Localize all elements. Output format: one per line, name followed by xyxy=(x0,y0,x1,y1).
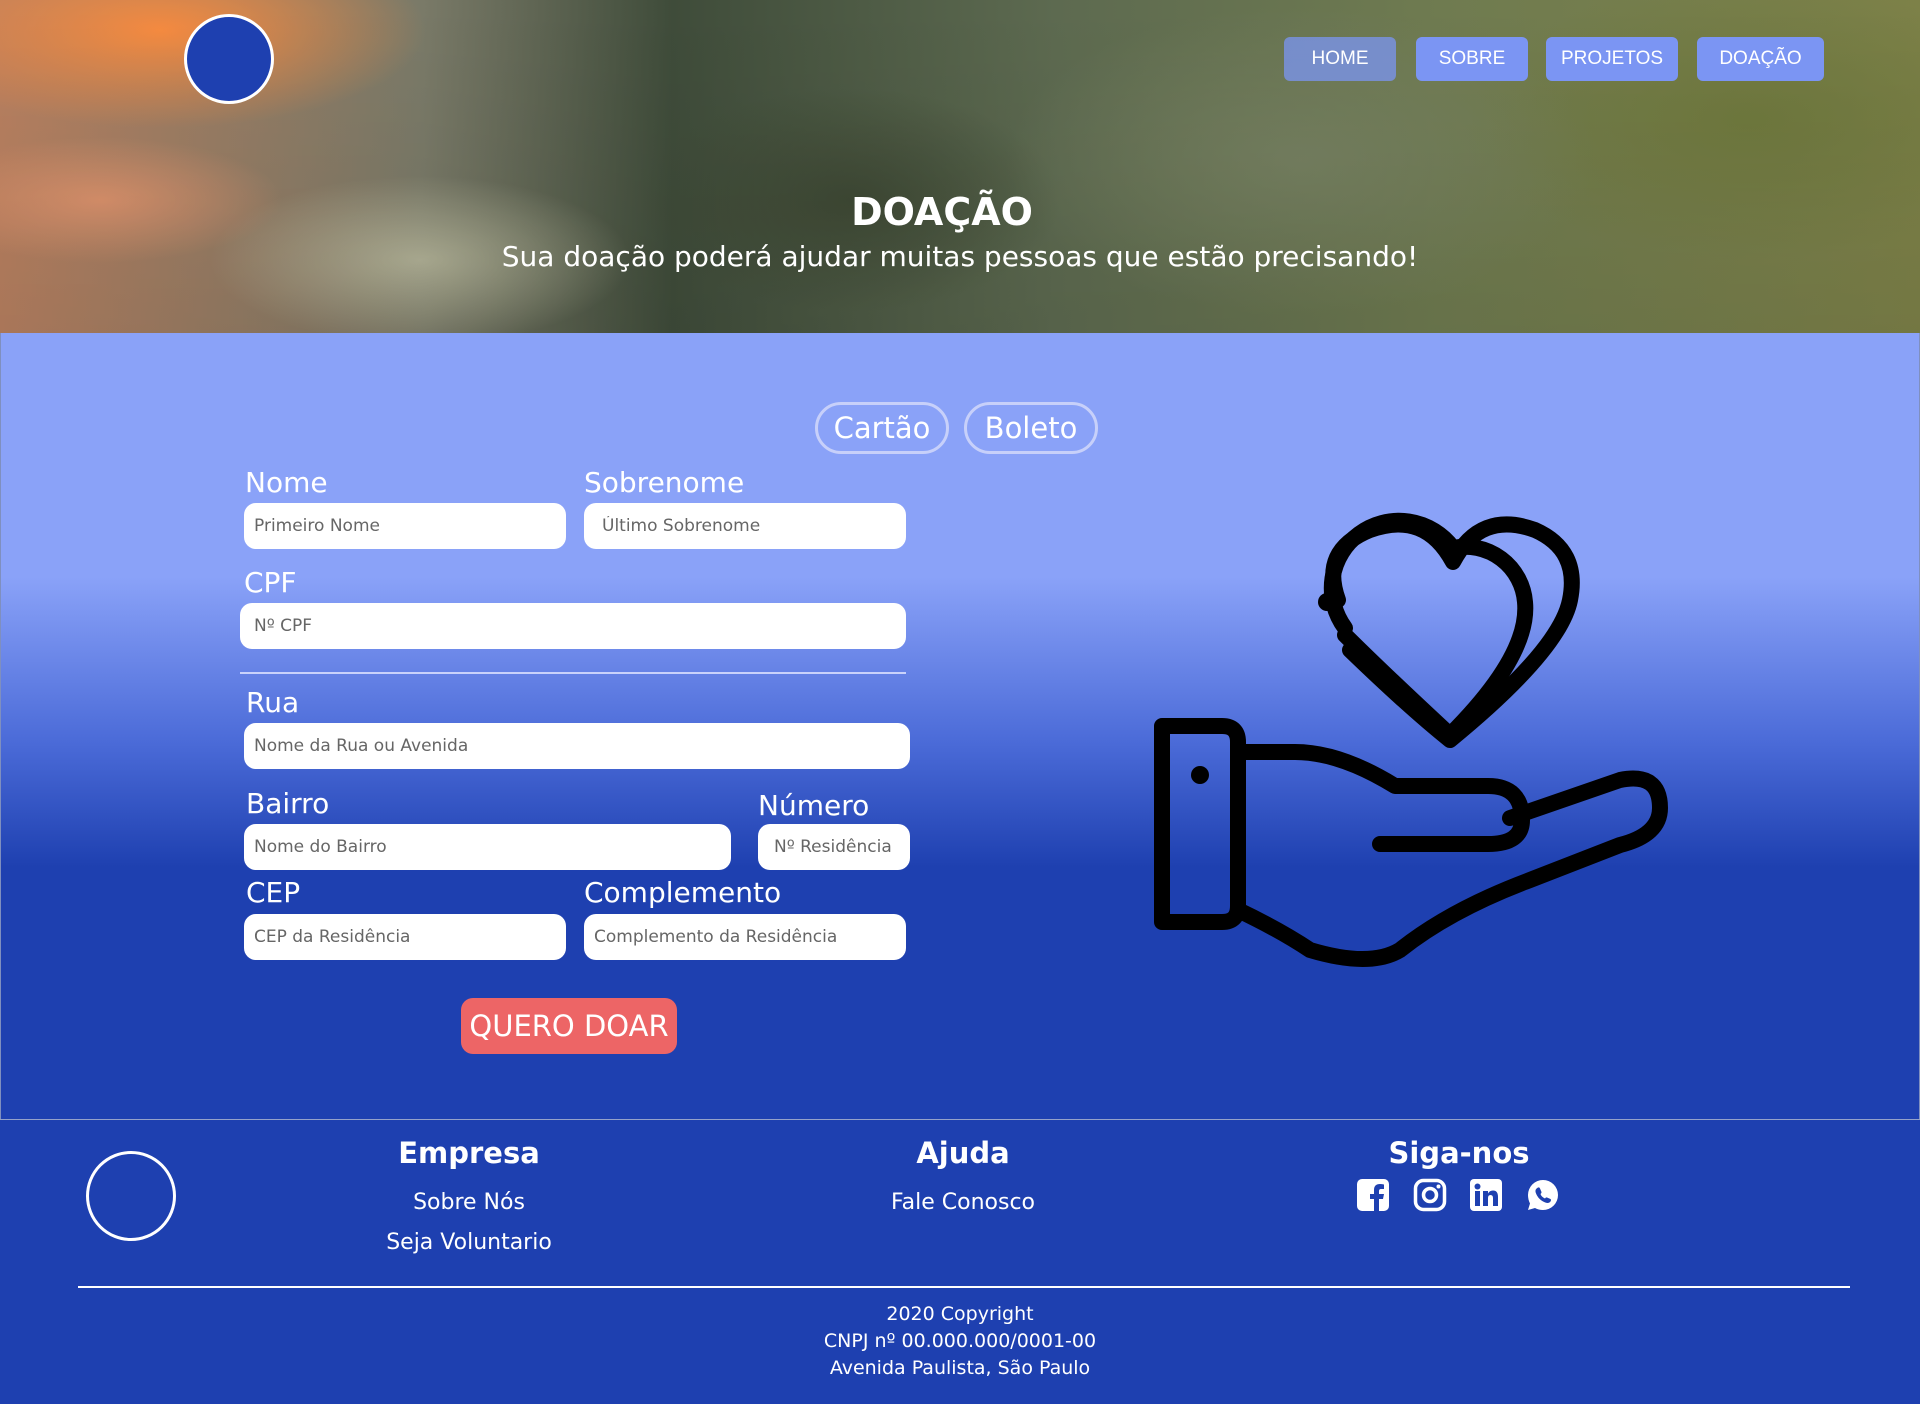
site-footer: Empresa Sobre Nós Seja Voluntario Ajuda … xyxy=(0,1119,1920,1404)
nav-sobre[interactable]: SOBRE xyxy=(1416,37,1528,81)
cep-label: CEP xyxy=(246,876,301,909)
facebook-icon[interactable] xyxy=(1356,1178,1390,1212)
nav-projetos[interactable]: PROJETOS xyxy=(1546,37,1678,81)
complemento-input[interactable] xyxy=(584,914,906,960)
cpf-input[interactable] xyxy=(240,603,906,649)
nome-label: Nome xyxy=(245,466,328,499)
cpf-label: CPF xyxy=(244,566,297,599)
nav-doacao[interactable]: DOAÇÃO xyxy=(1697,37,1824,81)
whatsapp-icon[interactable] xyxy=(1526,1178,1560,1212)
linkedin-icon[interactable] xyxy=(1469,1178,1503,1212)
footer-siga-title: Siga-nos xyxy=(1388,1136,1530,1170)
sobrenome-input[interactable] xyxy=(584,503,906,549)
footer-link-fale-conosco[interactable]: Fale Conosco xyxy=(863,1190,1063,1215)
nome-input[interactable] xyxy=(244,503,566,549)
hand-heart-icon xyxy=(1154,512,1668,967)
page-subtitle: Sua doação poderá ajudar muitas pessoas … xyxy=(501,240,1419,273)
copyright-text: 2020 Copyright xyxy=(886,1303,1034,1325)
page-title: DOAÇÃO xyxy=(851,190,1033,234)
footer-divider xyxy=(78,1286,1850,1288)
bairro-label: Bairro xyxy=(246,787,330,820)
tab-cartao[interactable]: Cartão xyxy=(815,402,949,454)
cep-input[interactable] xyxy=(244,914,566,960)
form-divider xyxy=(240,672,906,674)
cnpj-text: CNPJ nº 00.000.000/0001-00 xyxy=(823,1330,1097,1352)
instagram-icon[interactable] xyxy=(1413,1178,1447,1212)
nav-home[interactable]: HOME xyxy=(1284,37,1396,81)
footer-logo[interactable] xyxy=(86,1151,176,1241)
footer-link-sobre-nos[interactable]: Sobre Nós xyxy=(369,1190,569,1215)
numero-input[interactable] xyxy=(758,824,910,870)
complemento-label: Complemento xyxy=(584,876,782,909)
bairro-input[interactable] xyxy=(244,824,731,870)
rua-input[interactable] xyxy=(244,723,910,769)
footer-empresa-title: Empresa xyxy=(398,1136,540,1170)
rua-label: Rua xyxy=(246,686,300,719)
site-logo[interactable] xyxy=(184,14,274,104)
tab-boleto[interactable]: Boleto xyxy=(964,402,1098,454)
hero-banner: HOME SOBRE PROJETOS DOAÇÃO DOAÇÃO Sua do… xyxy=(0,0,1920,333)
numero-label: Número xyxy=(758,789,870,822)
footer-link-seja-voluntario[interactable]: Seja Voluntario xyxy=(369,1230,569,1255)
address-text: Avenida Paulista, São Paulo xyxy=(829,1357,1091,1379)
donate-button[interactable]: QUERO DOAR xyxy=(461,998,677,1054)
footer-ajuda-title: Ajuda xyxy=(916,1136,1010,1170)
sobrenome-label: Sobrenome xyxy=(584,466,745,499)
